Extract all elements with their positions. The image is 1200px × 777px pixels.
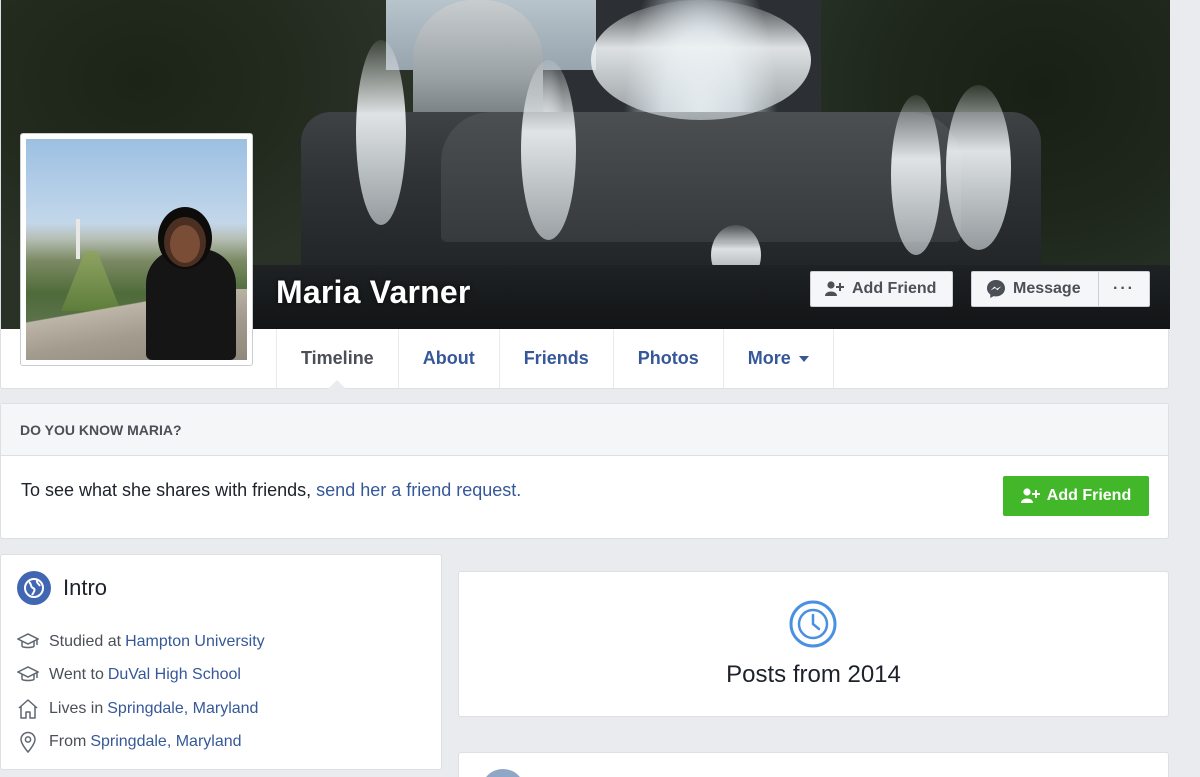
add-friend-label: Add Friend bbox=[1046, 487, 1132, 504]
messenger-icon bbox=[987, 280, 1005, 298]
intro-item-prefix: From bbox=[49, 733, 87, 750]
cover-spray bbox=[356, 40, 406, 225]
tab-more[interactable]: More bbox=[724, 329, 834, 388]
pp-monument bbox=[76, 219, 80, 259]
profile-picture-image bbox=[26, 139, 247, 360]
profile-header: Maria Varner Add Friend Message ··· Time… bbox=[0, 0, 1170, 389]
tab-photos[interactable]: Photos bbox=[614, 329, 724, 388]
tab-label: Photos bbox=[637, 348, 699, 368]
posts-from-card: Posts from 2014 bbox=[458, 571, 1169, 717]
tab-label: Timeline bbox=[301, 348, 374, 368]
intro-title: Intro bbox=[63, 575, 108, 600]
intro-item-high-school: Went to DuVal High School bbox=[17, 665, 241, 685]
cover-fountain-top bbox=[441, 112, 961, 242]
add-friend-green-button[interactable]: Add Friend bbox=[1003, 476, 1149, 516]
intro-item-prefix: Went to bbox=[49, 666, 104, 683]
avatar[interactable] bbox=[481, 769, 525, 777]
tab-about[interactable]: About bbox=[399, 329, 500, 388]
cover-spray bbox=[946, 85, 1011, 250]
hampton-university-link[interactable]: Hampton University bbox=[125, 633, 265, 651]
send-friend-request-link[interactable]: send her a friend request. bbox=[316, 480, 521, 500]
cover-spray bbox=[591, 0, 811, 120]
intro-item-lives-in: Lives in Springdale, Maryland bbox=[17, 698, 258, 720]
intro-item-from: From Springdale, Maryland bbox=[17, 731, 242, 753]
more-options-button[interactable]: ··· bbox=[1098, 271, 1150, 307]
intro-item-education: Studied at Hampton University bbox=[17, 632, 265, 652]
cover-spray bbox=[891, 95, 941, 255]
cover-spray bbox=[521, 60, 576, 240]
caret-down-icon bbox=[798, 355, 809, 362]
tab-label: About bbox=[422, 348, 475, 368]
do-you-know-card: DO YOU KNOW MARIA? To see what she share… bbox=[0, 403, 1169, 539]
do-you-know-prefix: To see what she shares with friends, bbox=[21, 480, 312, 500]
do-you-know-text: To see what she shares with friends, sen… bbox=[21, 480, 521, 501]
posts-title: Posts from 2014 bbox=[726, 661, 901, 688]
tab-timeline[interactable]: Timeline bbox=[277, 329, 399, 389]
tab-friends[interactable]: Friends bbox=[500, 329, 614, 388]
profile-nav-tabs: Timeline About Friends Photos More bbox=[276, 329, 834, 389]
add-friend-icon bbox=[825, 281, 844, 296]
do-you-know-heading: DO YOU KNOW MARIA? bbox=[1, 404, 1168, 456]
hometown-link[interactable]: Springdale, Maryland bbox=[90, 733, 241, 751]
graduation-cap-icon bbox=[17, 633, 39, 649]
more-dots-icon: ··· bbox=[1113, 280, 1135, 297]
next-post-card bbox=[458, 752, 1169, 777]
intro-header: Intro bbox=[17, 571, 107, 605]
tab-label: More bbox=[747, 348, 791, 368]
intro-card: Intro Studied at Hampton University Went… bbox=[0, 554, 442, 770]
graduation-cap-icon bbox=[17, 666, 39, 682]
message-label: Message bbox=[1013, 280, 1081, 297]
home-icon bbox=[18, 699, 38, 719]
intro-item-prefix: Studied at bbox=[49, 633, 122, 650]
globe-icon bbox=[17, 571, 51, 605]
add-friend-label: Add Friend bbox=[852, 280, 937, 297]
tab-label: Friends bbox=[523, 348, 589, 368]
message-button[interactable]: Message bbox=[971, 271, 1099, 307]
duval-high-school-link[interactable]: DuVal High School bbox=[108, 666, 241, 684]
lives-in-link[interactable]: Springdale, Maryland bbox=[107, 700, 258, 718]
intro-item-prefix: Lives in bbox=[49, 700, 104, 717]
clock-icon bbox=[789, 600, 837, 648]
add-friend-button[interactable]: Add Friend bbox=[810, 271, 953, 307]
profile-picture[interactable] bbox=[20, 133, 253, 366]
add-friend-icon bbox=[1020, 488, 1040, 503]
location-pin-icon bbox=[20, 731, 36, 753]
pp-person-face bbox=[170, 225, 200, 263]
profile-name[interactable]: Maria Varner bbox=[276, 274, 471, 311]
